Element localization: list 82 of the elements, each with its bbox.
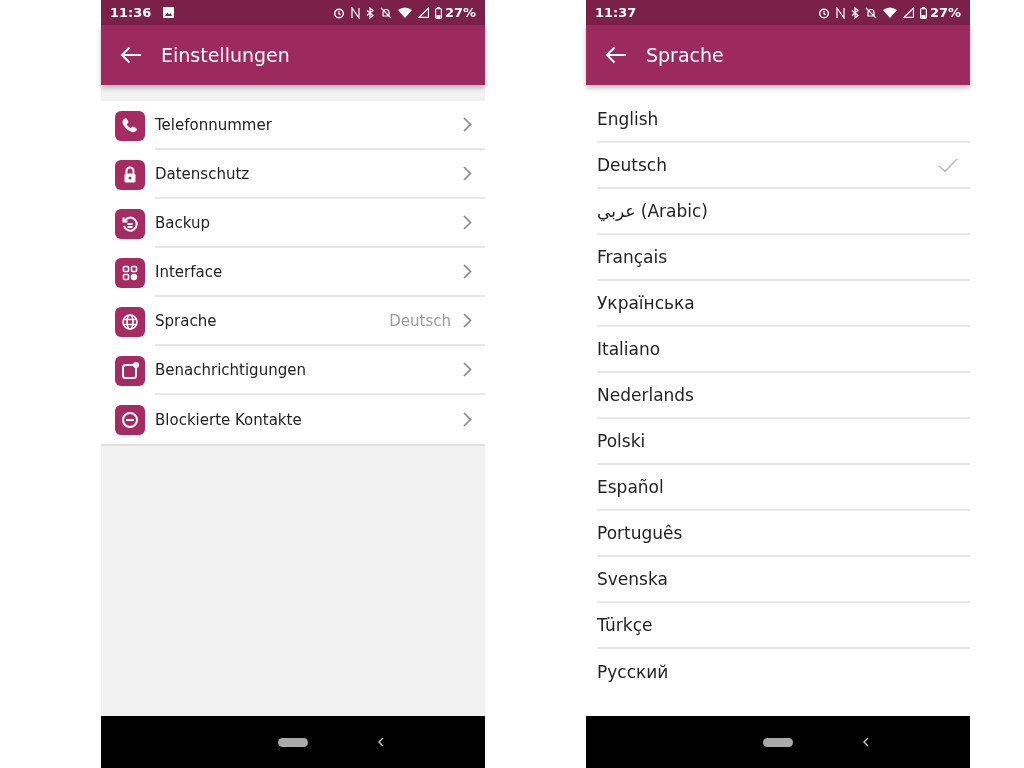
notification-icon: [115, 355, 145, 386]
battery-percent: 27%: [929, 5, 961, 20]
settings-item[interactable]: Telefonnummer: [101, 101, 485, 150]
language-option[interactable]: Українська: [597, 281, 970, 327]
language-option[interactable]: Nederlands: [597, 373, 970, 419]
language-option[interactable]: Svenska: [597, 557, 970, 603]
language-label: Türkçe: [597, 615, 654, 635]
bluetooth-icon: [850, 6, 859, 19]
home-pill[interactable]: [763, 737, 793, 747]
chevron-right-icon: [463, 215, 472, 230]
grid-icon: [115, 257, 145, 288]
language-option[interactable]: Polski: [597, 419, 970, 465]
muted-bell-icon: [864, 6, 877, 19]
language-label: عربي (Arabic): [597, 201, 709, 221]
language-option[interactable]: Русский: [597, 649, 970, 695]
battery-icon: [919, 6, 927, 19]
language-label: Français: [597, 247, 669, 267]
language-label: Polski: [597, 431, 647, 451]
image-icon: [163, 7, 175, 18]
signal-icon: [902, 7, 914, 18]
language-option[interactable]: Español: [597, 465, 970, 511]
status-time: 11:37: [595, 5, 637, 20]
settings-label: Backup: [155, 213, 211, 232]
language-option[interactable]: Deutsch: [597, 143, 970, 189]
language-label: English: [597, 109, 660, 129]
battery-percent: 27%: [444, 5, 476, 20]
settings-label: Benachrichtigungen: [155, 360, 307, 379]
language-option[interactable]: Português: [597, 511, 970, 557]
nfc-icon: [350, 6, 360, 19]
current-value: Deutsch: [389, 311, 451, 330]
chevron-right-icon: [463, 412, 472, 427]
wifi-icon: [397, 7, 412, 18]
language-option[interactable]: عربي (Arabic): [597, 189, 970, 235]
back-arrow-icon[interactable]: [605, 46, 627, 64]
settings-item[interactable]: Backup: [101, 199, 485, 248]
nfc-icon: [835, 6, 845, 19]
app-bar-title: Einstellungen: [161, 44, 290, 66]
language-option[interactable]: Français: [597, 235, 970, 281]
settings-label: Telefonnummer: [155, 115, 273, 134]
bluetooth-icon: [365, 6, 374, 19]
settings-label: Interface: [155, 262, 224, 281]
language-label: Nederlands: [597, 385, 695, 405]
settings-item[interactable]: Benachrichtigungen: [101, 346, 485, 395]
back-arrow-icon[interactable]: [120, 46, 142, 64]
language-label: Українська: [597, 293, 696, 313]
battery-icon: [434, 6, 442, 19]
language-option[interactable]: English: [597, 97, 970, 143]
status-time: 11:36: [110, 5, 152, 20]
language-option[interactable]: Türkçe: [597, 603, 970, 649]
wifi-icon: [882, 7, 897, 18]
alarm-icon: [817, 6, 830, 19]
back-chevron-icon[interactable]: [862, 737, 869, 747]
home-pill[interactable]: [278, 737, 308, 747]
chevron-right-icon: [463, 264, 472, 279]
language-label: Deutsch: [597, 155, 668, 175]
signal-icon: [417, 7, 429, 18]
language-label: Español: [597, 477, 665, 497]
chevron-right-icon: [463, 313, 472, 328]
language-option[interactable]: Italiano: [597, 327, 970, 373]
block-icon: [115, 404, 145, 435]
lock-icon: [115, 159, 145, 190]
settings-label: Blockierte Kontakte: [155, 410, 303, 429]
globe-icon: [115, 306, 145, 337]
settings-item[interactable]: Sprache Deutsch: [101, 297, 485, 346]
phone-icon: [115, 110, 145, 141]
settings-item[interactable]: Interface: [101, 248, 485, 297]
settings-label: Datenschutz: [155, 164, 251, 183]
alarm-icon: [332, 6, 345, 19]
settings-item[interactable]: Blockierte Kontakte: [101, 395, 485, 444]
app-bar-title: Sprache: [646, 44, 724, 66]
settings-label: Sprache: [155, 311, 218, 330]
restore-icon: [115, 208, 145, 239]
muted-bell-icon: [379, 6, 392, 19]
chevron-right-icon: [463, 166, 472, 181]
settings-item[interactable]: Datenschutz: [101, 150, 485, 199]
chevron-right-icon: [463, 362, 472, 377]
language-label: Italiano: [597, 339, 662, 359]
language-label: Русский: [597, 662, 670, 682]
back-chevron-icon[interactable]: [377, 737, 384, 747]
chevron-right-icon: [463, 117, 472, 132]
language-label: Svenska: [597, 569, 669, 589]
language-label: Português: [597, 523, 684, 543]
